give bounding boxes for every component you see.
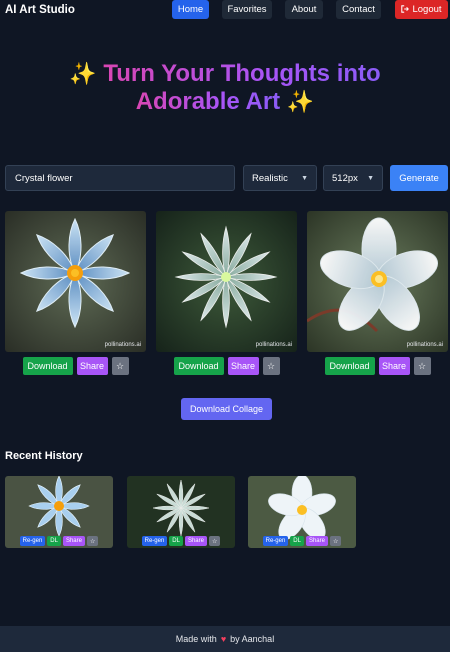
footer: Made with ♥ by Aanchal <box>0 626 450 652</box>
logout-button[interactable]: Logout <box>395 0 448 19</box>
chevron-down-icon: ▼ <box>367 174 374 182</box>
history-item[interactable]: Re-gen DL Share ☆ <box>5 476 113 548</box>
history-item[interactable]: Re-gen DL Share ☆ <box>248 476 356 548</box>
download-button[interactable]: DL <box>169 536 183 546</box>
favorite-star-button[interactable]: ☆ <box>262 357 280 375</box>
generate-button[interactable]: Generate <box>390 165 448 191</box>
card-actions: Download Share ☆ <box>5 357 146 375</box>
favorite-star-button[interactable]: ☆ <box>329 536 342 546</box>
size-select[interactable]: 512px ▼ <box>323 165 383 191</box>
gallery-card: pollinations.ai Download Share ☆ <box>307 211 448 375</box>
download-button[interactable]: Download <box>173 357 224 375</box>
download-button[interactable]: DL <box>290 536 304 546</box>
hero-line-1: Turn Your Thoughts into <box>103 60 381 87</box>
navbar: AI Art Studio Home Favorites About Conta… <box>0 0 450 20</box>
share-button[interactable]: Share <box>76 357 108 375</box>
nav-about-button[interactable]: About <box>285 0 323 19</box>
nav-home-button[interactable]: Home <box>172 0 209 19</box>
size-select-value: 512px <box>332 172 358 184</box>
share-button[interactable]: Share <box>227 357 259 375</box>
history-actions: Re-gen DL Share ☆ <box>127 536 235 546</box>
nav-favorites-button[interactable]: Favorites <box>222 0 272 19</box>
watermark: pollinations.ai <box>104 342 141 348</box>
history-title: Recent History <box>5 450 83 462</box>
generated-image[interactable]: pollinations.ai <box>307 211 448 352</box>
chevron-down-icon: ▼ <box>301 174 308 182</box>
history-item[interactable]: Re-gen DL Share ☆ <box>127 476 235 548</box>
heart-icon: ♥ <box>220 634 227 644</box>
hero-line-2: Adorable Art <box>135 88 281 115</box>
nav-contact-button[interactable]: Contact <box>336 0 381 19</box>
generated-image[interactable]: pollinations.ai <box>156 211 297 352</box>
hero-heading: ✨ Turn Your Thoughts into Adorable Art ✨ <box>0 60 450 116</box>
share-button[interactable]: Share <box>378 357 410 375</box>
favorite-star-button[interactable]: ☆ <box>413 357 431 375</box>
favorite-star-button[interactable]: ☆ <box>208 536 221 546</box>
card-actions: Download Share ☆ <box>307 357 448 375</box>
footer-text-after: by Aanchal <box>230 634 275 644</box>
gallery-card: pollinations.ai Download Share ☆ <box>5 211 146 375</box>
regenerate-button[interactable]: Re-gen <box>262 536 289 546</box>
generated-image[interactable]: pollinations.ai <box>5 211 146 352</box>
style-select[interactable]: Realistic ▼ <box>243 165 317 191</box>
download-button[interactable]: Download <box>22 357 73 375</box>
watermark: pollinations.ai <box>255 342 292 348</box>
page: AI Art Studio Home Favorites About Conta… <box>0 0 450 652</box>
history-actions: Re-gen DL Share ☆ <box>5 536 113 546</box>
brand-title: AI Art Studio <box>5 4 75 16</box>
share-button[interactable]: Share <box>305 536 328 546</box>
history-actions: Re-gen DL Share ☆ <box>248 536 356 546</box>
watermark: pollinations.ai <box>406 342 443 348</box>
footer-text-before: Made with <box>175 634 217 644</box>
logout-icon <box>401 4 410 15</box>
prompt-input[interactable] <box>5 165 235 191</box>
regenerate-button[interactable]: Re-gen <box>19 536 46 546</box>
download-button[interactable]: Download <box>324 357 375 375</box>
download-button[interactable]: DL <box>47 536 61 546</box>
regenerate-button[interactable]: Re-gen <box>141 536 168 546</box>
share-button[interactable]: Share <box>62 536 85 546</box>
gallery-card: pollinations.ai Download Share ☆ <box>156 211 297 375</box>
sparkles-icon: ✨ <box>286 89 315 114</box>
favorite-star-button[interactable]: ☆ <box>86 536 99 546</box>
card-actions: Download Share ☆ <box>156 357 297 375</box>
logout-label: Logout <box>412 4 442 15</box>
download-collage-button[interactable]: Download Collage <box>181 398 272 420</box>
share-button[interactable]: Share <box>184 536 207 546</box>
sparkles-icon: ✨ <box>69 61 97 86</box>
favorite-star-button[interactable]: ☆ <box>111 357 129 375</box>
style-select-value: Realistic <box>252 172 288 184</box>
